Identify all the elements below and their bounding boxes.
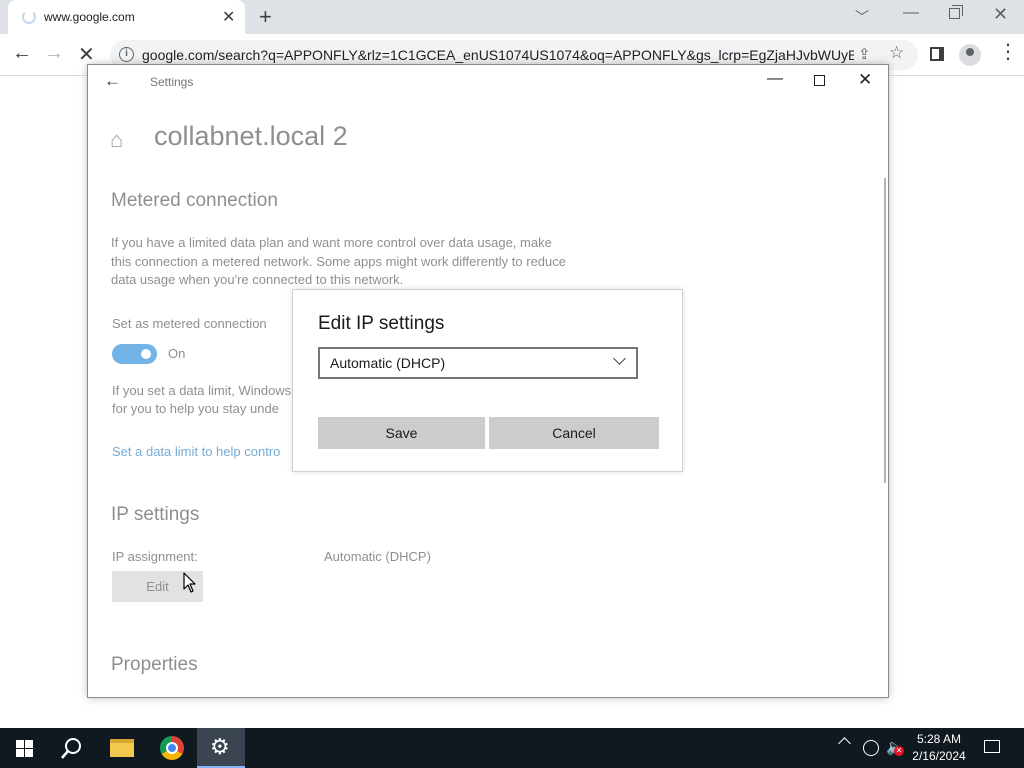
forward-arrow-icon[interactable]: → <box>44 42 64 65</box>
properties-heading: Properties <box>111 654 198 675</box>
tab-search-chevron-icon[interactable]: ﹀ <box>855 7 869 27</box>
home-icon[interactable]: ⌂ <box>110 127 123 153</box>
settings-back-icon[interactable]: ← <box>104 71 121 91</box>
save-button[interactable]: Save <box>318 417 485 449</box>
dropdown-selected-value: Automatic (DHCP) <box>330 355 446 371</box>
ip-assignment-label: IP assignment: <box>112 549 198 564</box>
browser-tab-strip: www.google.com ✕ + ﹀ — ✕ <box>0 0 1024 34</box>
search-icon[interactable] <box>60 736 84 760</box>
back-arrow-icon[interactable]: ← <box>12 42 32 65</box>
settings-gear-icon: ⚙ <box>210 734 230 759</box>
settings-scrollbar[interactable] <box>884 178 886 483</box>
star-icon[interactable]: ☆ <box>889 43 904 63</box>
show-hidden-icons-chevron-icon[interactable] <box>838 737 851 750</box>
metered-heading: Metered connection <box>111 190 278 211</box>
minimize-icon[interactable]: — <box>903 4 919 22</box>
settings-window-title: Settings <box>150 75 194 89</box>
data-limit-text-line1: If you set a data limit, Windows <box>112 383 292 398</box>
dialog-title: Edit IP settings <box>318 313 445 334</box>
metered-toggle-label: Set as metered connection <box>112 316 267 331</box>
system-clock[interactable]: 5:28 AM 2/16/2024 <box>906 731 972 765</box>
share-icon[interactable]: ⇪ <box>858 45 871 63</box>
data-limit-text-line2: for you to help you stay unde <box>112 401 279 416</box>
ip-assignment-dropdown[interactable]: Automatic (DHCP) <box>318 347 638 379</box>
file-explorer-icon[interactable] <box>110 739 134 757</box>
site-info-icon[interactable]: i <box>119 47 134 62</box>
metered-toggle-state: On <box>168 346 186 361</box>
tab-close-icon[interactable]: ✕ <box>222 7 235 27</box>
tab-title: www.google.com <box>44 10 135 24</box>
windows-start-icon[interactable] <box>16 740 33 757</box>
side-panel-icon[interactable] <box>930 47 944 61</box>
settings-maximize-icon[interactable] <box>814 75 825 86</box>
edit-ip-dialog: Edit IP settings Automatic (DHCP) Save C… <box>292 289 683 472</box>
chrome-icon[interactable] <box>160 736 184 760</box>
clock-time: 5:28 AM <box>916 732 962 746</box>
settings-taskbar-button[interactable]: ⚙ <box>197 728 245 768</box>
taskbar: ⚙ 🔈 ✕ 5:28 AM 2/16/2024 <box>0 728 1024 768</box>
ip-settings-heading: IP settings <box>111 504 200 525</box>
new-tab-icon[interactable]: + <box>259 4 272 30</box>
browser-tab[interactable]: www.google.com ✕ <box>8 0 245 34</box>
volume-muted-badge-icon: ✕ <box>894 746 904 756</box>
ip-assignment-value: Automatic (DHCP) <box>324 549 431 564</box>
chevron-down-icon <box>613 352 626 365</box>
menu-icon[interactable]: ⋮ <box>998 42 1018 62</box>
profile-icon[interactable] <box>959 44 981 66</box>
data-limit-link[interactable]: Set a data limit to help contro <box>112 444 280 459</box>
window-close-icon[interactable]: ✕ <box>993 4 1008 25</box>
page-title: collabnet.local 2 <box>154 121 348 151</box>
metered-description: If you have a limited data plan and want… <box>111 235 566 287</box>
loading-spinner-icon <box>22 10 36 24</box>
settings-minimize-icon[interactable]: — <box>767 70 783 88</box>
address-bar-url[interactable]: google.com/search?q=APPONFLY&rlz=1C1GCEA… <box>142 47 854 63</box>
settings-close-icon[interactable]: ✕ <box>858 70 872 90</box>
network-globe-icon[interactable] <box>863 740 879 756</box>
notification-center-icon[interactable] <box>984 740 1000 753</box>
restore-icon[interactable] <box>949 5 963 19</box>
mouse-cursor-icon <box>183 572 196 593</box>
metered-toggle[interactable] <box>112 344 157 364</box>
cancel-button[interactable]: Cancel <box>489 417 659 449</box>
clock-date: 2/16/2024 <box>912 749 966 763</box>
